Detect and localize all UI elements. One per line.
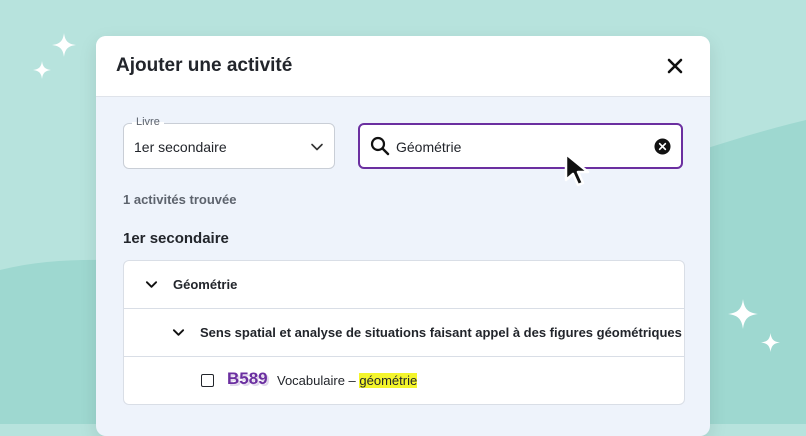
modal-header: Ajouter une activité (96, 36, 710, 97)
cursor-arrow-icon (564, 152, 590, 187)
activity-code: B589 (227, 369, 268, 388)
sparkle-icon (761, 333, 780, 352)
chevron-down-icon[interactable] (172, 326, 185, 339)
tree-row-level1[interactable]: Géométrie (124, 261, 684, 309)
tree-row-level2[interactable]: Sens spatial et analyse de situations fa… (124, 309, 684, 357)
results-tree: Géométrie Sens spatial et analyse de sit… (123, 260, 685, 405)
book-select-value: 1er secondaire (134, 139, 227, 155)
tree-label-level2: Sens spatial et analyse de situations fa… (200, 325, 682, 340)
sparkle-icon (52, 33, 76, 57)
section-title: 1er secondaire (123, 230, 229, 247)
sparkle-icon (728, 299, 758, 329)
close-button[interactable] (662, 53, 688, 79)
search-icon (370, 136, 390, 156)
clear-circle-icon[interactable] (654, 138, 671, 155)
activity-title-match: géométrie (359, 373, 418, 388)
search-box[interactable] (358, 123, 683, 169)
book-select[interactable]: Livre 1er secondaire (123, 116, 335, 169)
sparkle-icon (33, 61, 51, 79)
search-input[interactable] (396, 137, 636, 157)
modal-title: Ajouter une activité (116, 55, 293, 76)
chevron-down-icon[interactable] (145, 278, 158, 291)
activity-title-prefix: Vocabulaire – (277, 373, 360, 388)
add-activity-modal: Ajouter une activité Livre 1er secondair… (96, 36, 710, 436)
chevron-down-icon (311, 143, 323, 151)
book-select-label: Livre (132, 116, 164, 128)
activity-checkbox[interactable] (201, 374, 214, 387)
activity-title: Vocabulaire – géométrie (277, 373, 418, 388)
result-count: 1 activités trouvée (123, 192, 237, 207)
close-icon (667, 58, 683, 74)
activity-row[interactable]: B589 Vocabulaire – géométrie (124, 357, 684, 404)
tree-label-level1: Géométrie (173, 277, 238, 292)
